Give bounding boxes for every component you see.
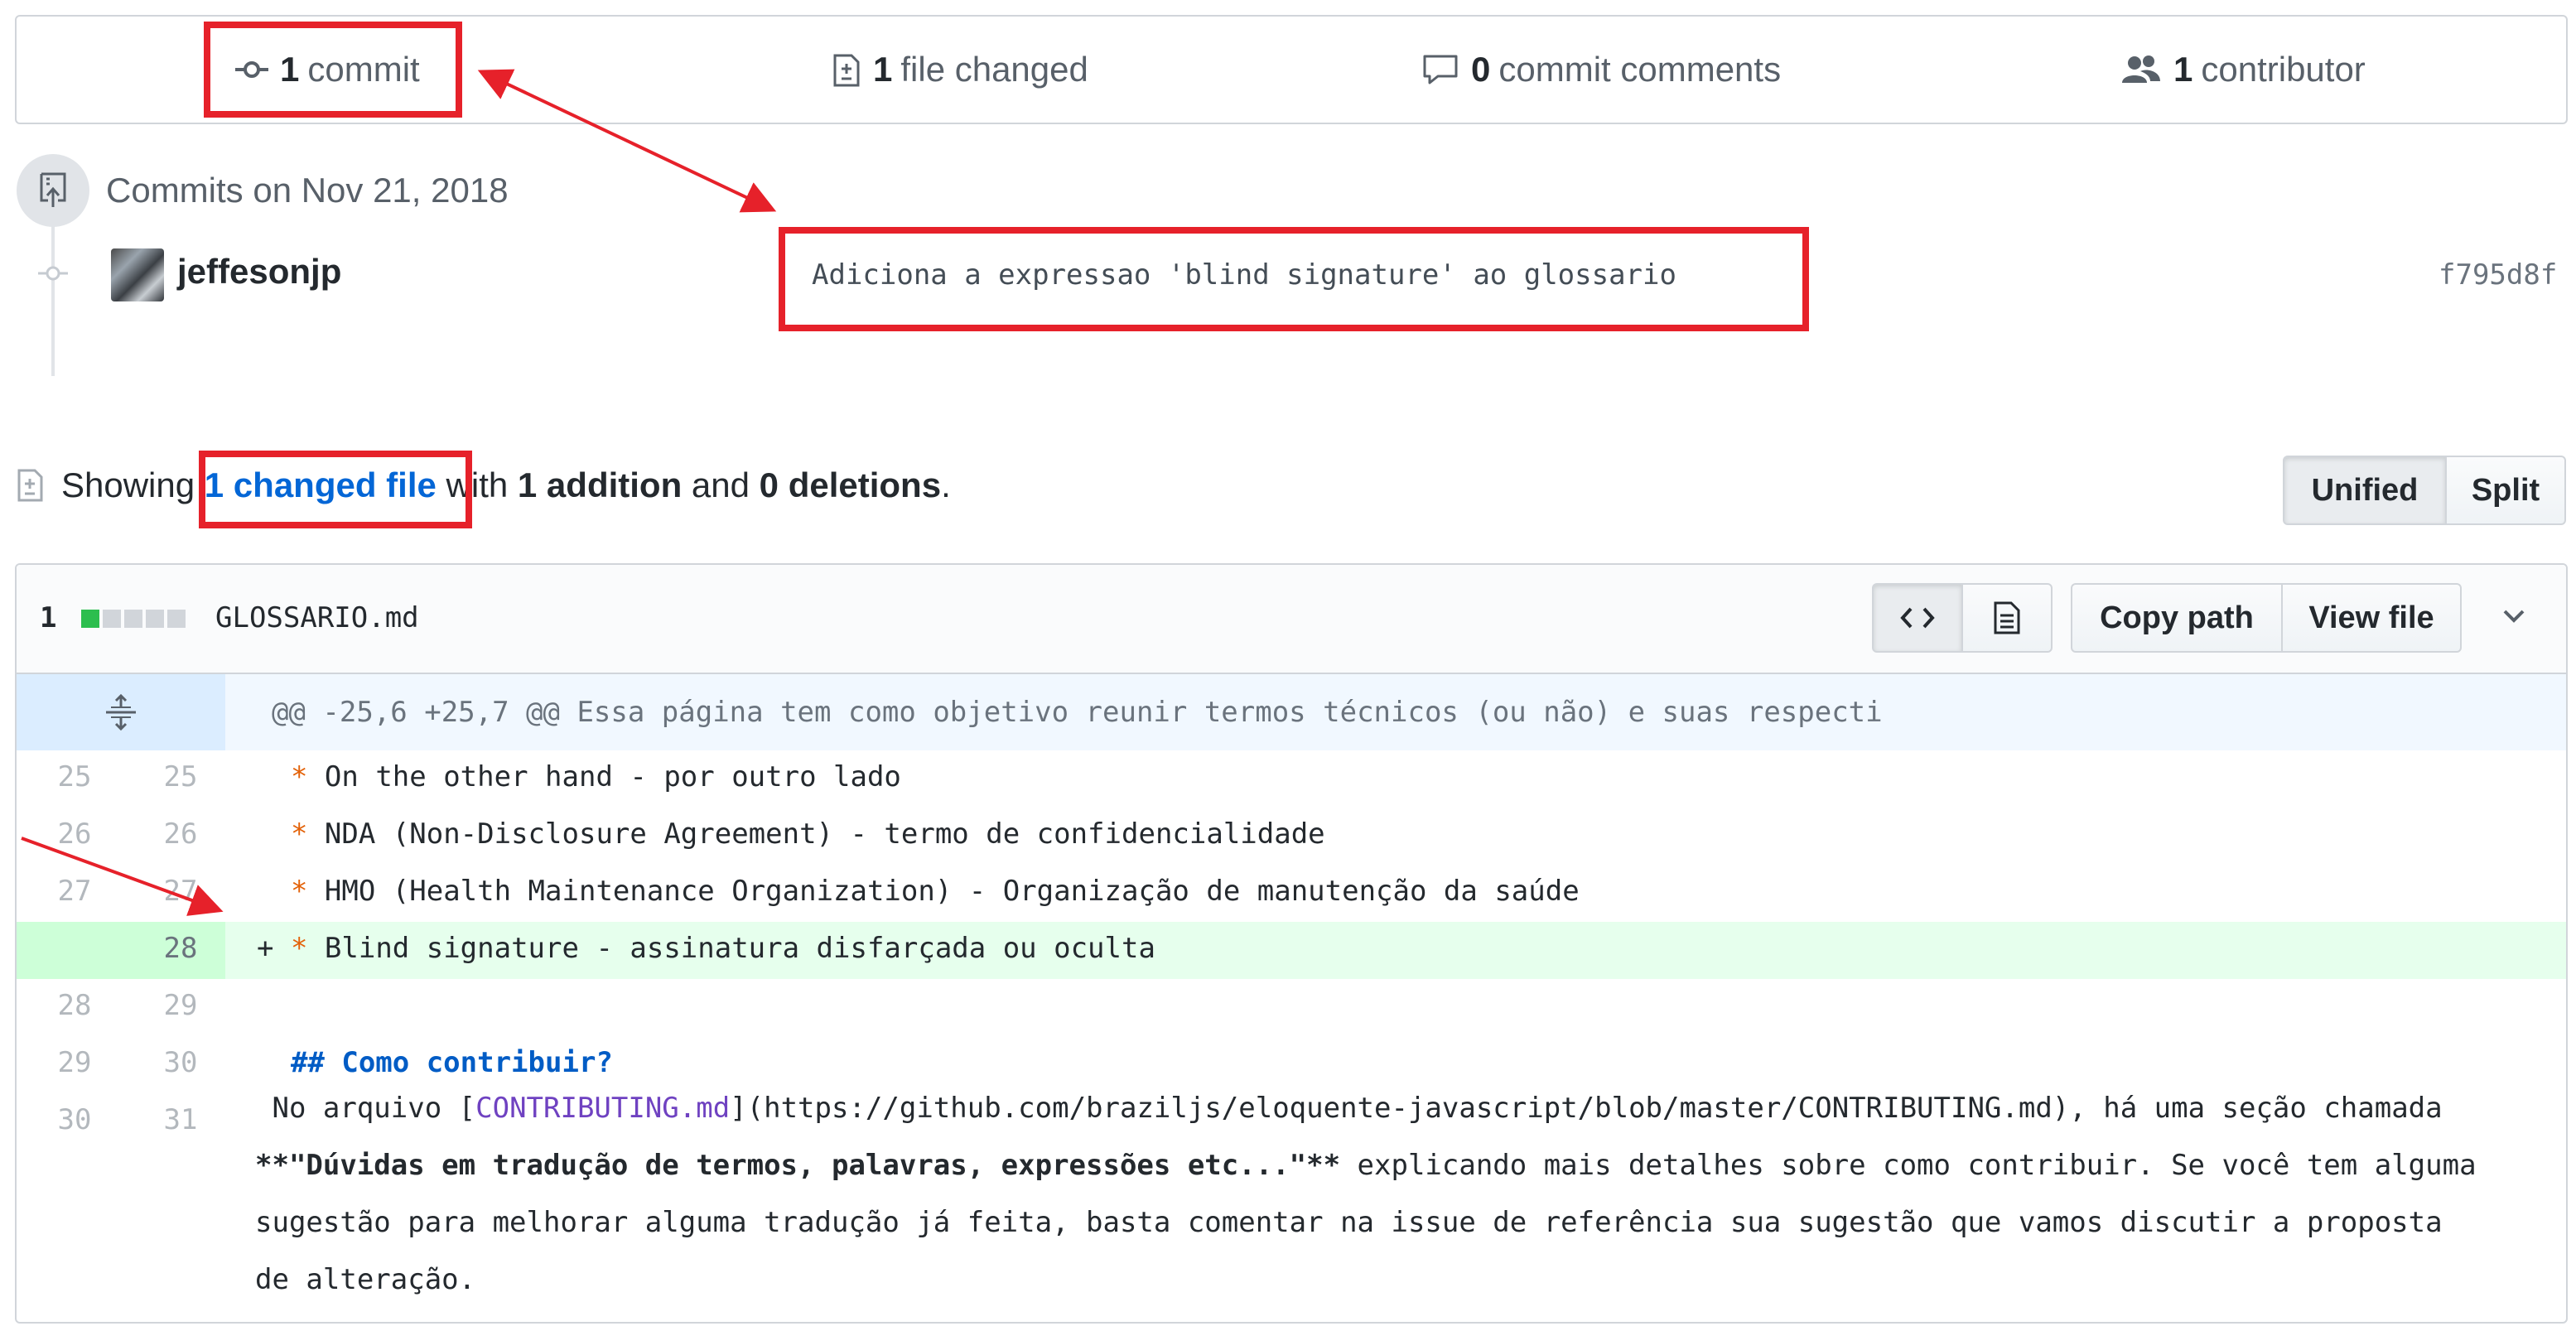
- code-paragraph: No arquivo [CONTRIBUTING.md](https://git…: [255, 1092, 2477, 1296]
- new-line-number[interactable]: 31: [139, 1103, 222, 1136]
- diffstat-added-block: [81, 610, 99, 628]
- new-line-number[interactable]: 28: [139, 932, 222, 965]
- old-line-number[interactable]: 29: [33, 1046, 116, 1079]
- showing-prefix: Showing: [61, 465, 195, 504]
- annotation-box-message: [779, 227, 1809, 331]
- diffstat-neutral-block: [167, 610, 186, 628]
- expand-lines-button[interactable]: [17, 674, 225, 750]
- code-line: * On the other hand - por outro lado: [290, 760, 901, 793]
- timeline-badge: [17, 154, 89, 227]
- old-line-number[interactable]: 28: [33, 989, 116, 1022]
- code-line: * NDA (Non-Disclosure Agreement) - termo…: [290, 817, 1325, 851]
- annotation-box-changed-file: [199, 451, 472, 528]
- files-label: file changed: [900, 50, 1088, 89]
- unfold-icon: [106, 694, 136, 731]
- new-line-number[interactable]: 26: [139, 817, 222, 851]
- code-line: ## Como contribuir?: [290, 1046, 613, 1079]
- diff-line: 27 27 * HMO (Health Maintenance Organiza…: [17, 865, 2566, 922]
- showing-and: and: [691, 465, 750, 504]
- diff-line: 28 29: [17, 979, 2566, 1036]
- new-line-number[interactable]: 30: [139, 1046, 222, 1079]
- commit-author[interactable]: jeffesonjp: [177, 252, 341, 292]
- diff-line: 26 26 * NDA (Non-Disclosure Agreement) -…: [17, 808, 2566, 865]
- comments-count: 0: [1471, 50, 1491, 89]
- copy-path-button[interactable]: Copy path: [2071, 583, 2283, 653]
- deletions-count: 0 deletions: [759, 465, 942, 504]
- old-line-number[interactable]: 27: [33, 875, 116, 908]
- annotation-box-commit: [204, 22, 462, 118]
- file-diff-icon: [833, 54, 860, 87]
- contributors-label: contributor: [2201, 50, 2366, 89]
- contributing-link-text: CONTRIBUTING.md: [475, 1092, 731, 1125]
- source-diff-button[interactable]: [1872, 583, 1963, 653]
- file-text-icon: [1994, 601, 2020, 634]
- commit-node-icon: [38, 266, 68, 281]
- diffstat-bar: [81, 610, 189, 628]
- commit-comments-link[interactable]: 0 commit comments: [1421, 17, 1781, 123]
- diff-line-added: 28 + * Blind signature - assinatura disf…: [17, 922, 2566, 979]
- old-line-number[interactable]: 26: [33, 817, 116, 851]
- diff-view-toggle: Unified Split: [2283, 456, 2566, 525]
- new-line-number[interactable]: 27: [139, 875, 222, 908]
- diffstat-neutral-block: [124, 610, 142, 628]
- code-line: + * Blind signature - assinatura disfarç…: [257, 932, 1155, 965]
- old-line-number[interactable]: 25: [33, 760, 116, 793]
- hunk-header-text: @@ -25,6 +25,7 @@ Essa página tem como o…: [272, 696, 1883, 729]
- file-name[interactable]: GLOSSARIO.md: [215, 601, 419, 634]
- view-file-button[interactable]: View file: [2281, 583, 2462, 653]
- new-line-number[interactable]: 29: [139, 989, 222, 1022]
- people-icon: [2122, 55, 2160, 83]
- files-count: 1: [873, 50, 893, 89]
- old-line-number[interactable]: 30: [33, 1103, 116, 1136]
- hunk-header-row: @@ -25,6 +25,7 @@ Essa página tem como o…: [17, 674, 2566, 750]
- split-button[interactable]: Split: [2445, 456, 2566, 525]
- new-line-number[interactable]: 25: [139, 760, 222, 793]
- display-mode-buttons: [1872, 583, 2053, 653]
- diffstat-count: 1: [40, 601, 57, 634]
- diffstat-neutral-block: [103, 610, 121, 628]
- repo-push-icon: [40, 172, 66, 207]
- files-changed-link[interactable]: 1 file changed: [832, 17, 1088, 123]
- additions-count: 1 addition: [517, 465, 683, 504]
- comments-label: commit comments: [1498, 50, 1782, 89]
- showing-suffix: .: [941, 465, 951, 504]
- unified-button[interactable]: Unified: [2283, 456, 2447, 525]
- diffstat-neutral-block: [146, 610, 164, 628]
- contributors-count: 1: [2173, 50, 2193, 89]
- comment-icon: [1423, 55, 1458, 84]
- rich-diff-button[interactable]: [1961, 583, 2053, 653]
- author-avatar[interactable]: [111, 248, 164, 301]
- diff-line: 25 25 * On the other hand - por outro la…: [17, 750, 2566, 808]
- code-line: * HMO (Health Maintenance Organization) …: [290, 875, 1580, 908]
- file-actions: Copy path View file: [2071, 583, 2462, 653]
- commit-sha[interactable]: f795d8f: [2439, 258, 2557, 292]
- file-header: 1 GLOSSARIO.md Copy path View file: [17, 565, 2566, 674]
- contributors-link[interactable]: 1 contributor: [2120, 17, 2366, 123]
- file-diff-icon: [17, 469, 43, 502]
- diff-summary: Showing 1 changed file with 1 addition a…: [17, 465, 951, 505]
- commits-date-header: Commits on Nov 21, 2018: [106, 171, 509, 210]
- code-icon: [1900, 607, 1935, 629]
- chevron-down-icon[interactable]: [2501, 608, 2526, 625]
